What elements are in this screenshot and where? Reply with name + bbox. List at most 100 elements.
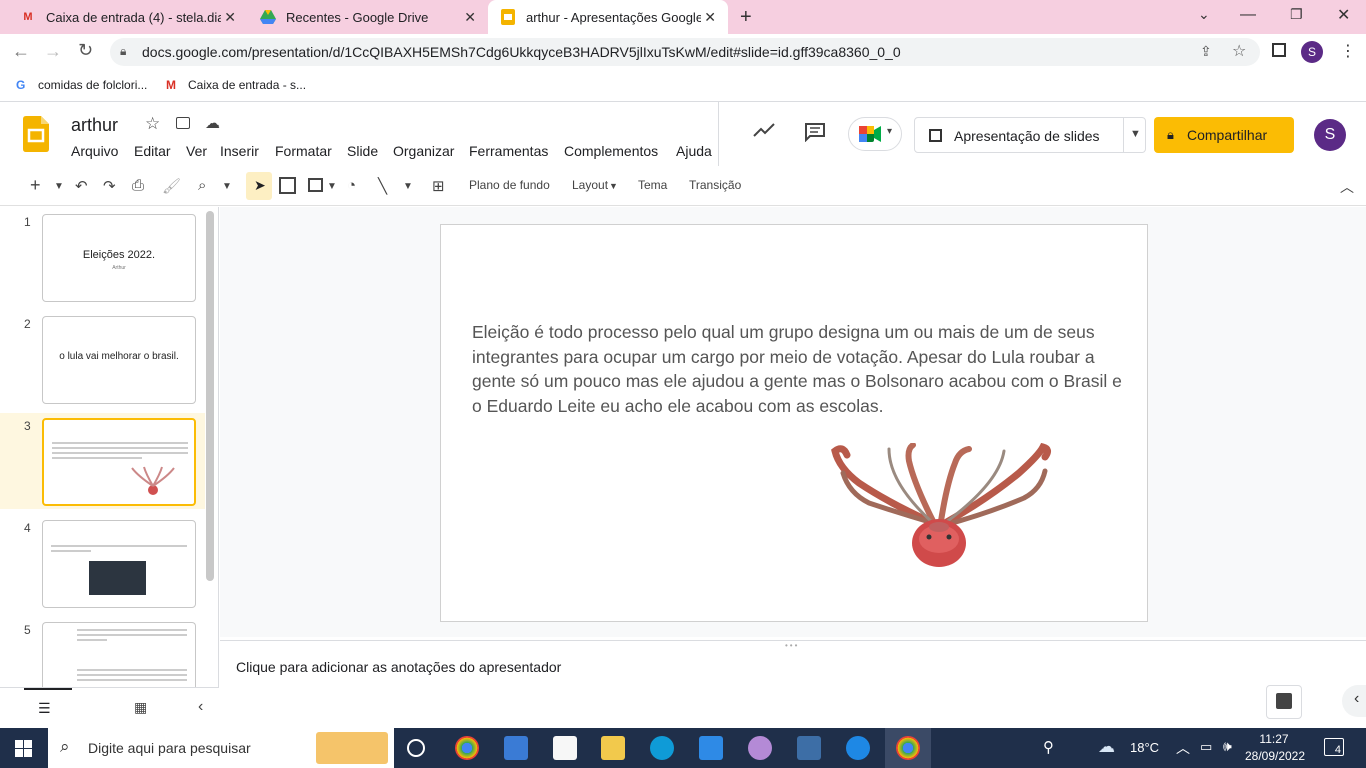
- chevron-left-icon[interactable]: ‹: [198, 698, 203, 716]
- minimize-icon[interactable]: —: [1240, 6, 1256, 24]
- menu-editar[interactable]: Editar: [134, 143, 171, 159]
- select-tool-button[interactable]: ➤: [246, 172, 272, 200]
- redo-icon[interactable]: ↷: [103, 177, 116, 195]
- edge-icon[interactable]: [650, 736, 674, 760]
- octopus-image[interactable]: [829, 442, 1057, 583]
- reload-icon[interactable]: ↻: [78, 40, 93, 61]
- chevron-down-icon[interactable]: ▼: [609, 181, 618, 191]
- comments-icon[interactable]: [804, 122, 826, 147]
- move-folder-icon[interactable]: [176, 117, 190, 129]
- bookmark-item[interactable]: M Caixa de entrada - s...: [166, 78, 306, 92]
- people-icon[interactable]: ⚲: [1043, 738, 1054, 756]
- kebab-menu-icon[interactable]: ⋮: [1340, 41, 1356, 61]
- new-slide-plus-icon[interactable]: +: [30, 175, 41, 196]
- filmstrip-scrollbar[interactable]: [206, 211, 214, 581]
- undo-icon[interactable]: ↶: [75, 177, 88, 195]
- transition-button[interactable]: Transição: [689, 178, 741, 192]
- slide-thumbnail-3[interactable]: [42, 418, 196, 506]
- menu-inserir[interactable]: Inserir: [220, 143, 259, 159]
- network-icon[interactable]: ▭: [1200, 739, 1212, 755]
- clock-date[interactable]: 28/09/2022: [1244, 749, 1306, 763]
- account-avatar[interactable]: S: [1314, 119, 1346, 151]
- filmstrip-view-icon[interactable]: ☰: [38, 700, 51, 717]
- share-button[interactable]: 🔒︎ Compartilhar: [1154, 117, 1294, 153]
- slide-thumbnail-2[interactable]: o lula vai melhorar o brasil.: [42, 316, 196, 404]
- notes-placeholder[interactable]: Clique para adicionar as anotações do ap…: [236, 659, 561, 675]
- zoom-icon[interactable]: ⌕: [198, 177, 206, 194]
- bookmark-item[interactable]: G comidas de folclori...: [16, 78, 147, 92]
- restore-icon[interactable]: ❐: [1290, 6, 1303, 23]
- sidebar-icon[interactable]: [1272, 43, 1286, 57]
- slide-thumbnail-1[interactable]: Eleições 2022. Arthur: [42, 214, 196, 302]
- print-icon[interactable]: ⎙: [132, 177, 144, 194]
- image-icon[interactable]: [308, 178, 323, 192]
- menu-ferramentas[interactable]: Ferramentas: [469, 143, 548, 159]
- comment-add-icon[interactable]: ⊞: [432, 177, 445, 195]
- slide-thumbnail-5[interactable]: [42, 622, 196, 692]
- weather-cloud-icon[interactable]: ☁: [1098, 737, 1115, 757]
- address-bar[interactable]: 🔒︎ docs.google.com/presentation/d/1CcQIB…: [110, 38, 1260, 66]
- menu-ver[interactable]: Ver: [186, 143, 207, 159]
- chevron-down-icon[interactable]: ▼: [222, 181, 232, 192]
- collapse-toolbar-icon[interactable]: ︿: [1340, 177, 1354, 197]
- back-icon[interactable]: ←: [12, 41, 30, 62]
- new-tab-plus-icon[interactable]: +: [740, 6, 752, 29]
- current-slide[interactable]: Eleição é todo processo pelo qual um gru…: [440, 224, 1148, 622]
- shape-icon[interactable]: ◔: [347, 177, 356, 194]
- line-icon[interactable]: ╲: [378, 177, 387, 195]
- present-button[interactable]: Apresentação de slides ▼: [914, 117, 1146, 153]
- text-box-icon[interactable]: [279, 177, 296, 194]
- grid-view-icon[interactable]: ▦: [134, 699, 147, 716]
- tab-slides[interactable]: arthur - Apresentações Google ✕: [488, 0, 728, 34]
- task-view-icon[interactable]: [407, 739, 425, 757]
- paint-icon[interactable]: [748, 736, 772, 760]
- layout-button[interactable]: Layout: [572, 178, 608, 192]
- meet-button[interactable]: ▾: [848, 117, 902, 151]
- chevron-down-icon[interactable]: ⌄: [1198, 6, 1210, 23]
- paint-format-icon[interactable]: 🖌︎: [162, 177, 181, 195]
- tab-gmail[interactable]: M Caixa de entrada (4) - stela.dias@ ✕: [8, 0, 248, 34]
- chrome-active-icon[interactable]: [896, 736, 920, 760]
- activity-trend-icon[interactable]: [753, 122, 775, 143]
- background-button[interactable]: Plano de fundo: [469, 178, 550, 192]
- close-icon[interactable]: ✕: [224, 9, 236, 26]
- share-page-icon[interactable]: ⇪: [1200, 43, 1212, 60]
- chevron-down-icon[interactable]: ▼: [403, 181, 413, 192]
- star-icon[interactable]: ☆: [145, 114, 160, 134]
- notification-center-icon[interactable]: 4: [1324, 738, 1344, 756]
- volume-icon[interactable]: 🕪︎: [1223, 738, 1232, 755]
- chevron-down-icon[interactable]: ▼: [327, 181, 337, 192]
- window-close-icon[interactable]: ✕: [1337, 5, 1350, 25]
- mail-icon[interactable]: [699, 736, 723, 760]
- menu-formatar[interactable]: Formatar: [275, 143, 332, 159]
- side-panel-toggle-icon[interactable]: ‹: [1342, 685, 1366, 717]
- clock-time[interactable]: 11:27: [1250, 732, 1298, 746]
- chrome-icon[interactable]: [455, 736, 479, 760]
- chevron-down-icon[interactable]: ▼: [54, 181, 64, 192]
- menu-ajuda[interactable]: Ajuda: [676, 143, 712, 159]
- slides-logo-icon[interactable]: [23, 116, 49, 157]
- store-icon[interactable]: [504, 736, 528, 760]
- close-icon[interactable]: ✕: [704, 9, 716, 26]
- slide-body-text[interactable]: Eleição é todo processo pelo qual um gru…: [472, 320, 1122, 418]
- app-icon[interactable]: [797, 736, 821, 760]
- explore-button[interactable]: [1266, 685, 1302, 719]
- weather-temp[interactable]: 18°C: [1130, 740, 1159, 755]
- windows-start-icon[interactable]: [15, 740, 32, 762]
- chevron-down-icon[interactable]: ▼: [1130, 128, 1141, 140]
- tab-drive[interactable]: Recentes - Google Drive ✕: [248, 0, 488, 34]
- slide-thumbnail-4[interactable]: [42, 520, 196, 608]
- close-icon[interactable]: ✕: [464, 9, 476, 26]
- bookmark-star-icon[interactable]: ☆: [1232, 41, 1246, 61]
- resize-handle[interactable]: •••: [785, 641, 799, 650]
- forward-icon[interactable]: →: [44, 41, 62, 62]
- profile-avatar[interactable]: S: [1301, 41, 1323, 63]
- theme-button[interactable]: Tema: [638, 178, 667, 192]
- file-explorer-icon[interactable]: [601, 736, 625, 760]
- app-icon[interactable]: [846, 736, 870, 760]
- menu-complementos[interactable]: Complementos: [564, 143, 658, 159]
- chevron-up-icon[interactable]: ︿: [1176, 738, 1190, 758]
- taskbar-search-box[interactable]: ⌕ Digite aqui para pesquisar: [48, 728, 394, 768]
- menu-arquivo[interactable]: Arquivo: [71, 143, 118, 159]
- menu-slide[interactable]: Slide: [347, 143, 378, 159]
